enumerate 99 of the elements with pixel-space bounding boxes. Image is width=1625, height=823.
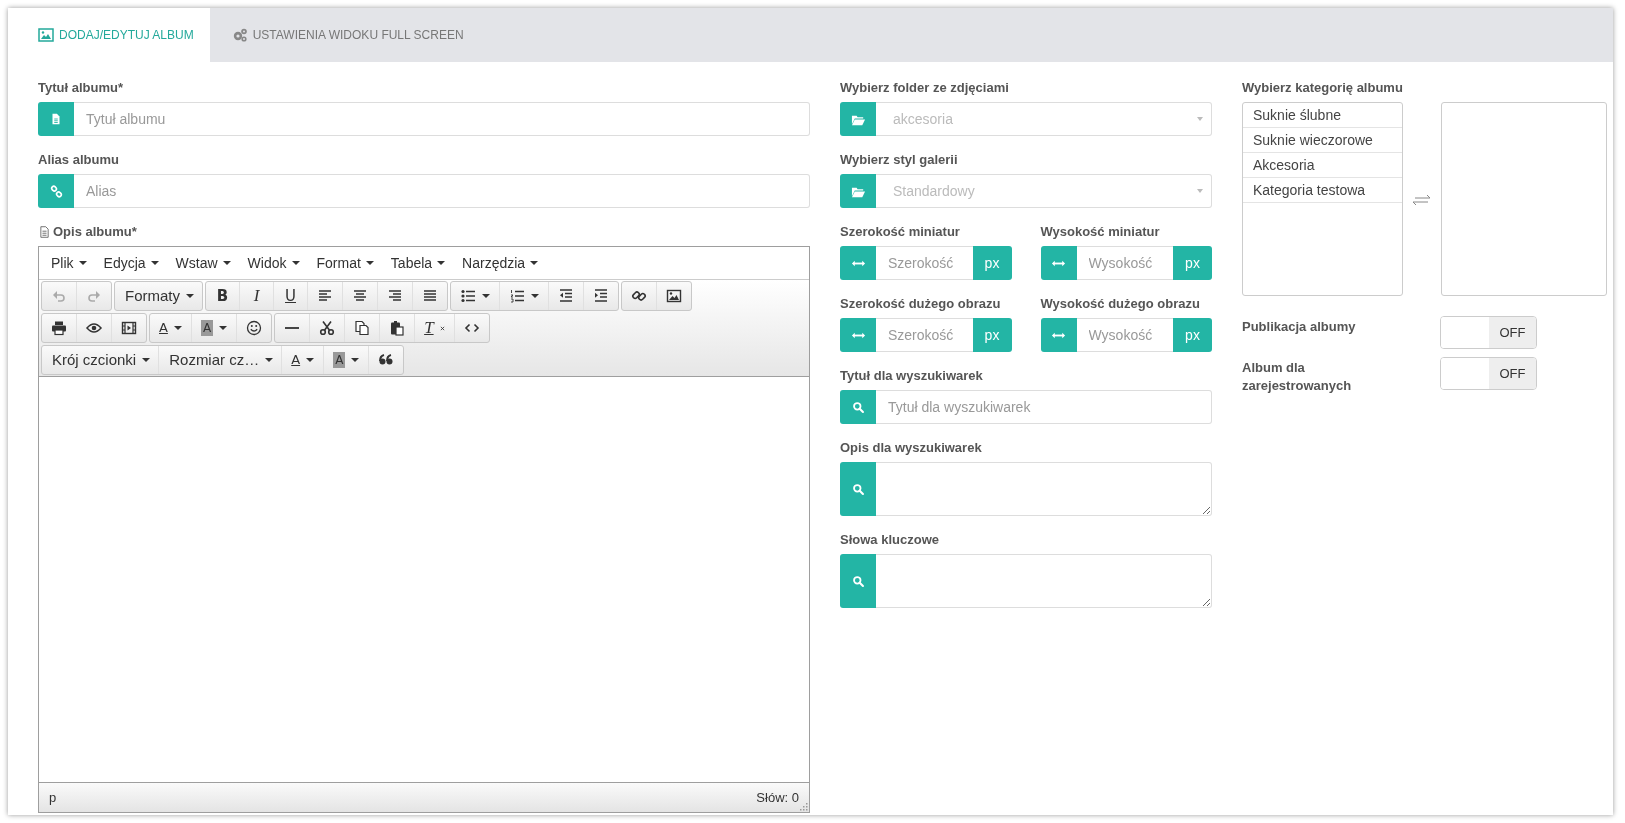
underline-button[interactable]: U — [274, 282, 308, 310]
gears-icon — [231, 27, 248, 43]
text-editor[interactable]: Plik Edycja Wstaw Widok Format Tabela Narzędzia Formaty B I U A A T Krój czcionki Rozmiar cz… A A p Słów: 0 — [38, 246, 810, 813]
caret-icon — [530, 261, 539, 265]
list-item[interactable]: Akcesoria — [1243, 153, 1402, 178]
clipboard-icon — [389, 320, 406, 336]
field-label: Album dla zarejestrowanych — [1242, 359, 1353, 395]
justify-icon — [422, 288, 438, 304]
menu-item[interactable]: Narzędzia — [454, 255, 548, 271]
list-item[interactable]: Suknie ślubne — [1243, 103, 1402, 128]
toggle-switch[interactable]: OFF — [1440, 316, 1537, 349]
unit-addon: px — [972, 318, 1012, 352]
input-field[interactable]: Alias — [74, 174, 810, 208]
word-count: Słów: 0 — [756, 790, 799, 805]
indent-icon — [593, 288, 609, 304]
menu-item[interactable]: Edycja — [95, 255, 168, 271]
input-field[interactable]: Wysokość — [1076, 318, 1173, 352]
input-field[interactable]: Szerokość — [876, 318, 973, 352]
image-icon — [38, 27, 54, 43]
input-field[interactable]: Tytuł dla wyszukiwarek — [876, 390, 1212, 424]
smiley-icon — [246, 320, 263, 336]
unit-addon: px — [972, 246, 1012, 280]
toggle-switch[interactable]: OFF — [1440, 357, 1537, 390]
caret-icon — [291, 261, 300, 265]
background-color-button[interactable]: A — [191, 314, 238, 342]
caret-icon — [437, 261, 446, 265]
caret-icon — [78, 261, 87, 265]
search-icon — [851, 574, 865, 588]
field-label: Wysokość dużego obrazu — [1040, 295, 1201, 313]
menu-item[interactable]: Widok — [239, 255, 309, 271]
film-icon — [121, 320, 137, 336]
search-icon — [851, 482, 865, 496]
unit-addon: px — [1173, 318, 1212, 352]
field-label: Opis albumu* — [53, 223, 137, 241]
field-label: Wybierz folder ze zdjęciami — [840, 79, 1010, 97]
caret-icon — [186, 294, 194, 298]
element-path: p — [49, 790, 57, 805]
field-label: Tytuł albumu* — [38, 79, 124, 97]
field-label: Szerokość dużego obrazu — [840, 295, 1002, 313]
field-label: Wybierz styl galerii — [840, 151, 959, 169]
field-label: Opis dla wyszukiwarek — [840, 439, 983, 457]
align-center-icon — [352, 288, 368, 304]
redo-icon — [86, 288, 102, 304]
image-icon — [666, 288, 682, 304]
menu-item[interactable]: Format — [308, 255, 383, 271]
text-color-button[interactable]: A — [282, 346, 325, 374]
field-label: Szerokość miniatur — [840, 223, 961, 241]
input-field[interactable]: Wysokość — [1076, 246, 1173, 280]
category-list[interactable]: Suknie ślubne Suknie wieczorowe Akcesoria Kategoria testowa — [1242, 102, 1403, 296]
field-label: Wysokość miniatur — [1040, 223, 1161, 241]
printer-icon — [51, 320, 67, 336]
field-label: Słowa kluczowe — [840, 531, 940, 549]
x-icon — [439, 325, 445, 331]
bold-button[interactable]: B — [206, 282, 240, 310]
search-icon — [851, 400, 865, 414]
link-icon — [49, 184, 63, 198]
caret-icon — [173, 326, 182, 330]
background-color-button[interactable]: A — [324, 346, 370, 374]
caret-icon — [365, 261, 374, 265]
horizontal-line-icon — [284, 327, 301, 329]
dropdown-button[interactable]: Formaty — [115, 282, 202, 310]
text-color-button[interactable]: A — [150, 314, 192, 342]
caret-icon — [265, 358, 274, 362]
field-label: Alias albumu — [38, 151, 120, 169]
caret-icon — [351, 358, 360, 362]
caret-icon — [219, 326, 228, 330]
caret-icon — [150, 261, 159, 265]
caret-icon — [306, 358, 315, 362]
tab[interactable]: USTAWIENIA WIDOKU FULL SCREEN — [209, 8, 480, 62]
italic-button[interactable]: I — [240, 282, 274, 310]
align-right-icon — [387, 288, 403, 304]
caret-icon — [222, 261, 231, 265]
caret-icon — [482, 294, 490, 298]
unit-addon: px — [1173, 246, 1212, 280]
field-label: Wybierz kategorię albumu — [1242, 79, 1404, 97]
clear-format-button[interactable]: T — [415, 314, 455, 342]
menu-item[interactable]: Plik — [43, 255, 96, 271]
input-field[interactable]: Szerokość — [876, 246, 973, 280]
field-label: Tytuł dla wyszukiwarek — [840, 367, 984, 385]
dropdown-button[interactable]: Krój czcionki — [42, 346, 160, 374]
caret-icon — [531, 294, 539, 298]
list-item[interactable]: Kategoria testowa — [1243, 178, 1402, 203]
scissors-icon — [319, 320, 336, 336]
numbered-list-icon — [509, 288, 525, 304]
dropdown-button[interactable]: Rozmiar cz… — [159, 346, 283, 374]
align-left-icon — [317, 288, 333, 304]
copy-icon — [354, 320, 371, 336]
outdent-icon — [558, 288, 574, 304]
eye-icon — [86, 320, 102, 336]
bullet-list-icon — [460, 288, 476, 304]
menu-item[interactable]: Tabela — [382, 255, 455, 271]
menu-item[interactable]: Wstaw — [167, 255, 240, 271]
field-label: Publikacja albumy — [1242, 318, 1357, 336]
list-item[interactable]: Suknie wieczorowe — [1243, 128, 1402, 153]
input-field[interactable]: Tytuł albumu — [74, 102, 810, 136]
link-icon — [631, 288, 647, 304]
document-icon — [38, 225, 51, 239]
caret-icon — [142, 358, 151, 362]
resize-grip-icon — [798, 801, 808, 811]
